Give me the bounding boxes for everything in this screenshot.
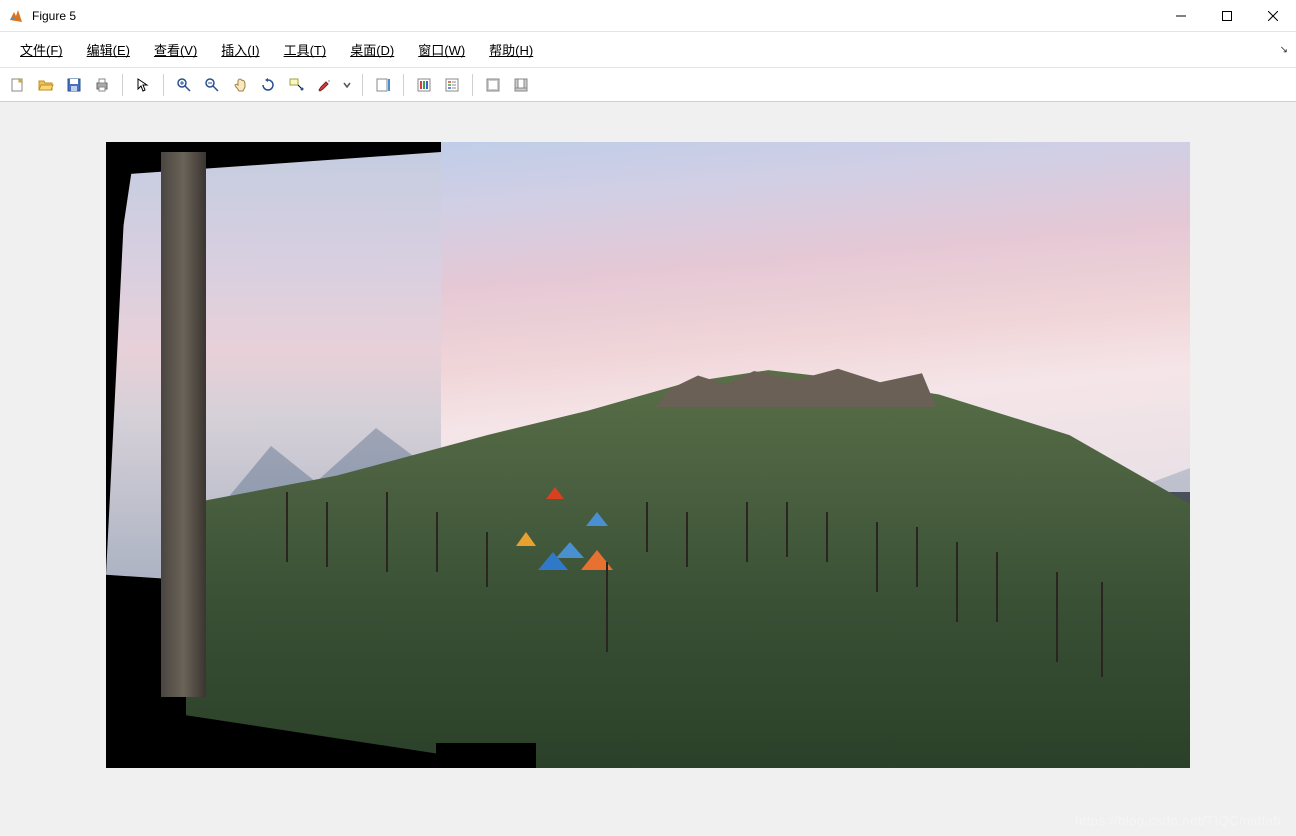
image-region xyxy=(686,512,688,567)
image-region xyxy=(876,522,878,592)
maximize-button[interactable] xyxy=(1204,0,1250,31)
image-region xyxy=(1056,572,1058,662)
toolbar-divider xyxy=(163,74,164,96)
toolbar-divider xyxy=(403,74,404,96)
image-region xyxy=(161,152,206,697)
image-region xyxy=(786,502,788,557)
image-region xyxy=(606,562,608,652)
link-button[interactable] xyxy=(340,73,354,97)
matlab-icon xyxy=(8,8,24,24)
image-region xyxy=(956,542,958,622)
image-region xyxy=(1101,582,1103,677)
menu-view[interactable]: 查看(V) xyxy=(142,34,209,65)
print-button[interactable] xyxy=(90,73,114,97)
image-region xyxy=(646,502,648,552)
menu-file[interactable]: 文件(F) xyxy=(8,34,75,65)
zoom-out-button[interactable] xyxy=(200,73,224,97)
pointer-button[interactable] xyxy=(131,73,155,97)
image-region xyxy=(746,502,748,562)
toolbar-divider xyxy=(472,74,473,96)
window-title: Figure 5 xyxy=(32,9,1158,23)
image-display[interactable] xyxy=(106,142,1190,768)
data-cursor-button[interactable] xyxy=(284,73,308,97)
image-region xyxy=(326,502,328,567)
image-region xyxy=(826,512,828,562)
image-region xyxy=(286,492,288,562)
image-region xyxy=(436,743,536,768)
menu-window[interactable]: 窗口(W) xyxy=(406,34,477,65)
close-button[interactable] xyxy=(1250,0,1296,31)
image-region xyxy=(486,532,488,587)
open-button[interactable] xyxy=(34,73,58,97)
colorbar-button[interactable] xyxy=(371,73,395,97)
new-figure-button[interactable] xyxy=(6,73,30,97)
image-region xyxy=(436,512,438,572)
menu-insert[interactable]: 插入(I) xyxy=(209,34,271,65)
menu-tools[interactable]: 工具(T) xyxy=(272,34,339,65)
menu-help[interactable]: 帮助(H) xyxy=(477,34,545,65)
brush-button[interactable] xyxy=(312,73,336,97)
menu-edit[interactable]: 编辑(E) xyxy=(75,34,142,65)
rotate-button[interactable] xyxy=(256,73,280,97)
show-tools-button[interactable] xyxy=(509,73,533,97)
window-controls xyxy=(1158,0,1296,31)
minimize-button[interactable] xyxy=(1158,0,1204,31)
save-button[interactable] xyxy=(62,73,86,97)
toolbar-divider xyxy=(362,74,363,96)
figure-canvas xyxy=(0,102,1296,836)
title-bar: Figure 5 xyxy=(0,0,1296,32)
menu-bar: 文件(F) 编辑(E) 查看(V) 插入(I) 工具(T) 桌面(D) 窗口(W… xyxy=(0,32,1296,68)
figure-toolbar xyxy=(0,68,1296,102)
insert-legend-button[interactable] xyxy=(440,73,464,97)
zoom-in-button[interactable] xyxy=(172,73,196,97)
watermark-text: https://blog.csdn.net/TIQCmatlab xyxy=(1075,813,1281,828)
toolbar-divider xyxy=(122,74,123,96)
image-region xyxy=(916,527,918,587)
hide-tools-button[interactable] xyxy=(481,73,505,97)
pan-button[interactable] xyxy=(228,73,252,97)
image-region xyxy=(996,552,998,622)
image-region xyxy=(386,492,388,572)
insert-colorbar-button[interactable] xyxy=(412,73,436,97)
menu-desktop[interactable]: 桌面(D) xyxy=(338,34,406,65)
dock-arrow-icon[interactable]: ↘ xyxy=(1280,44,1288,55)
